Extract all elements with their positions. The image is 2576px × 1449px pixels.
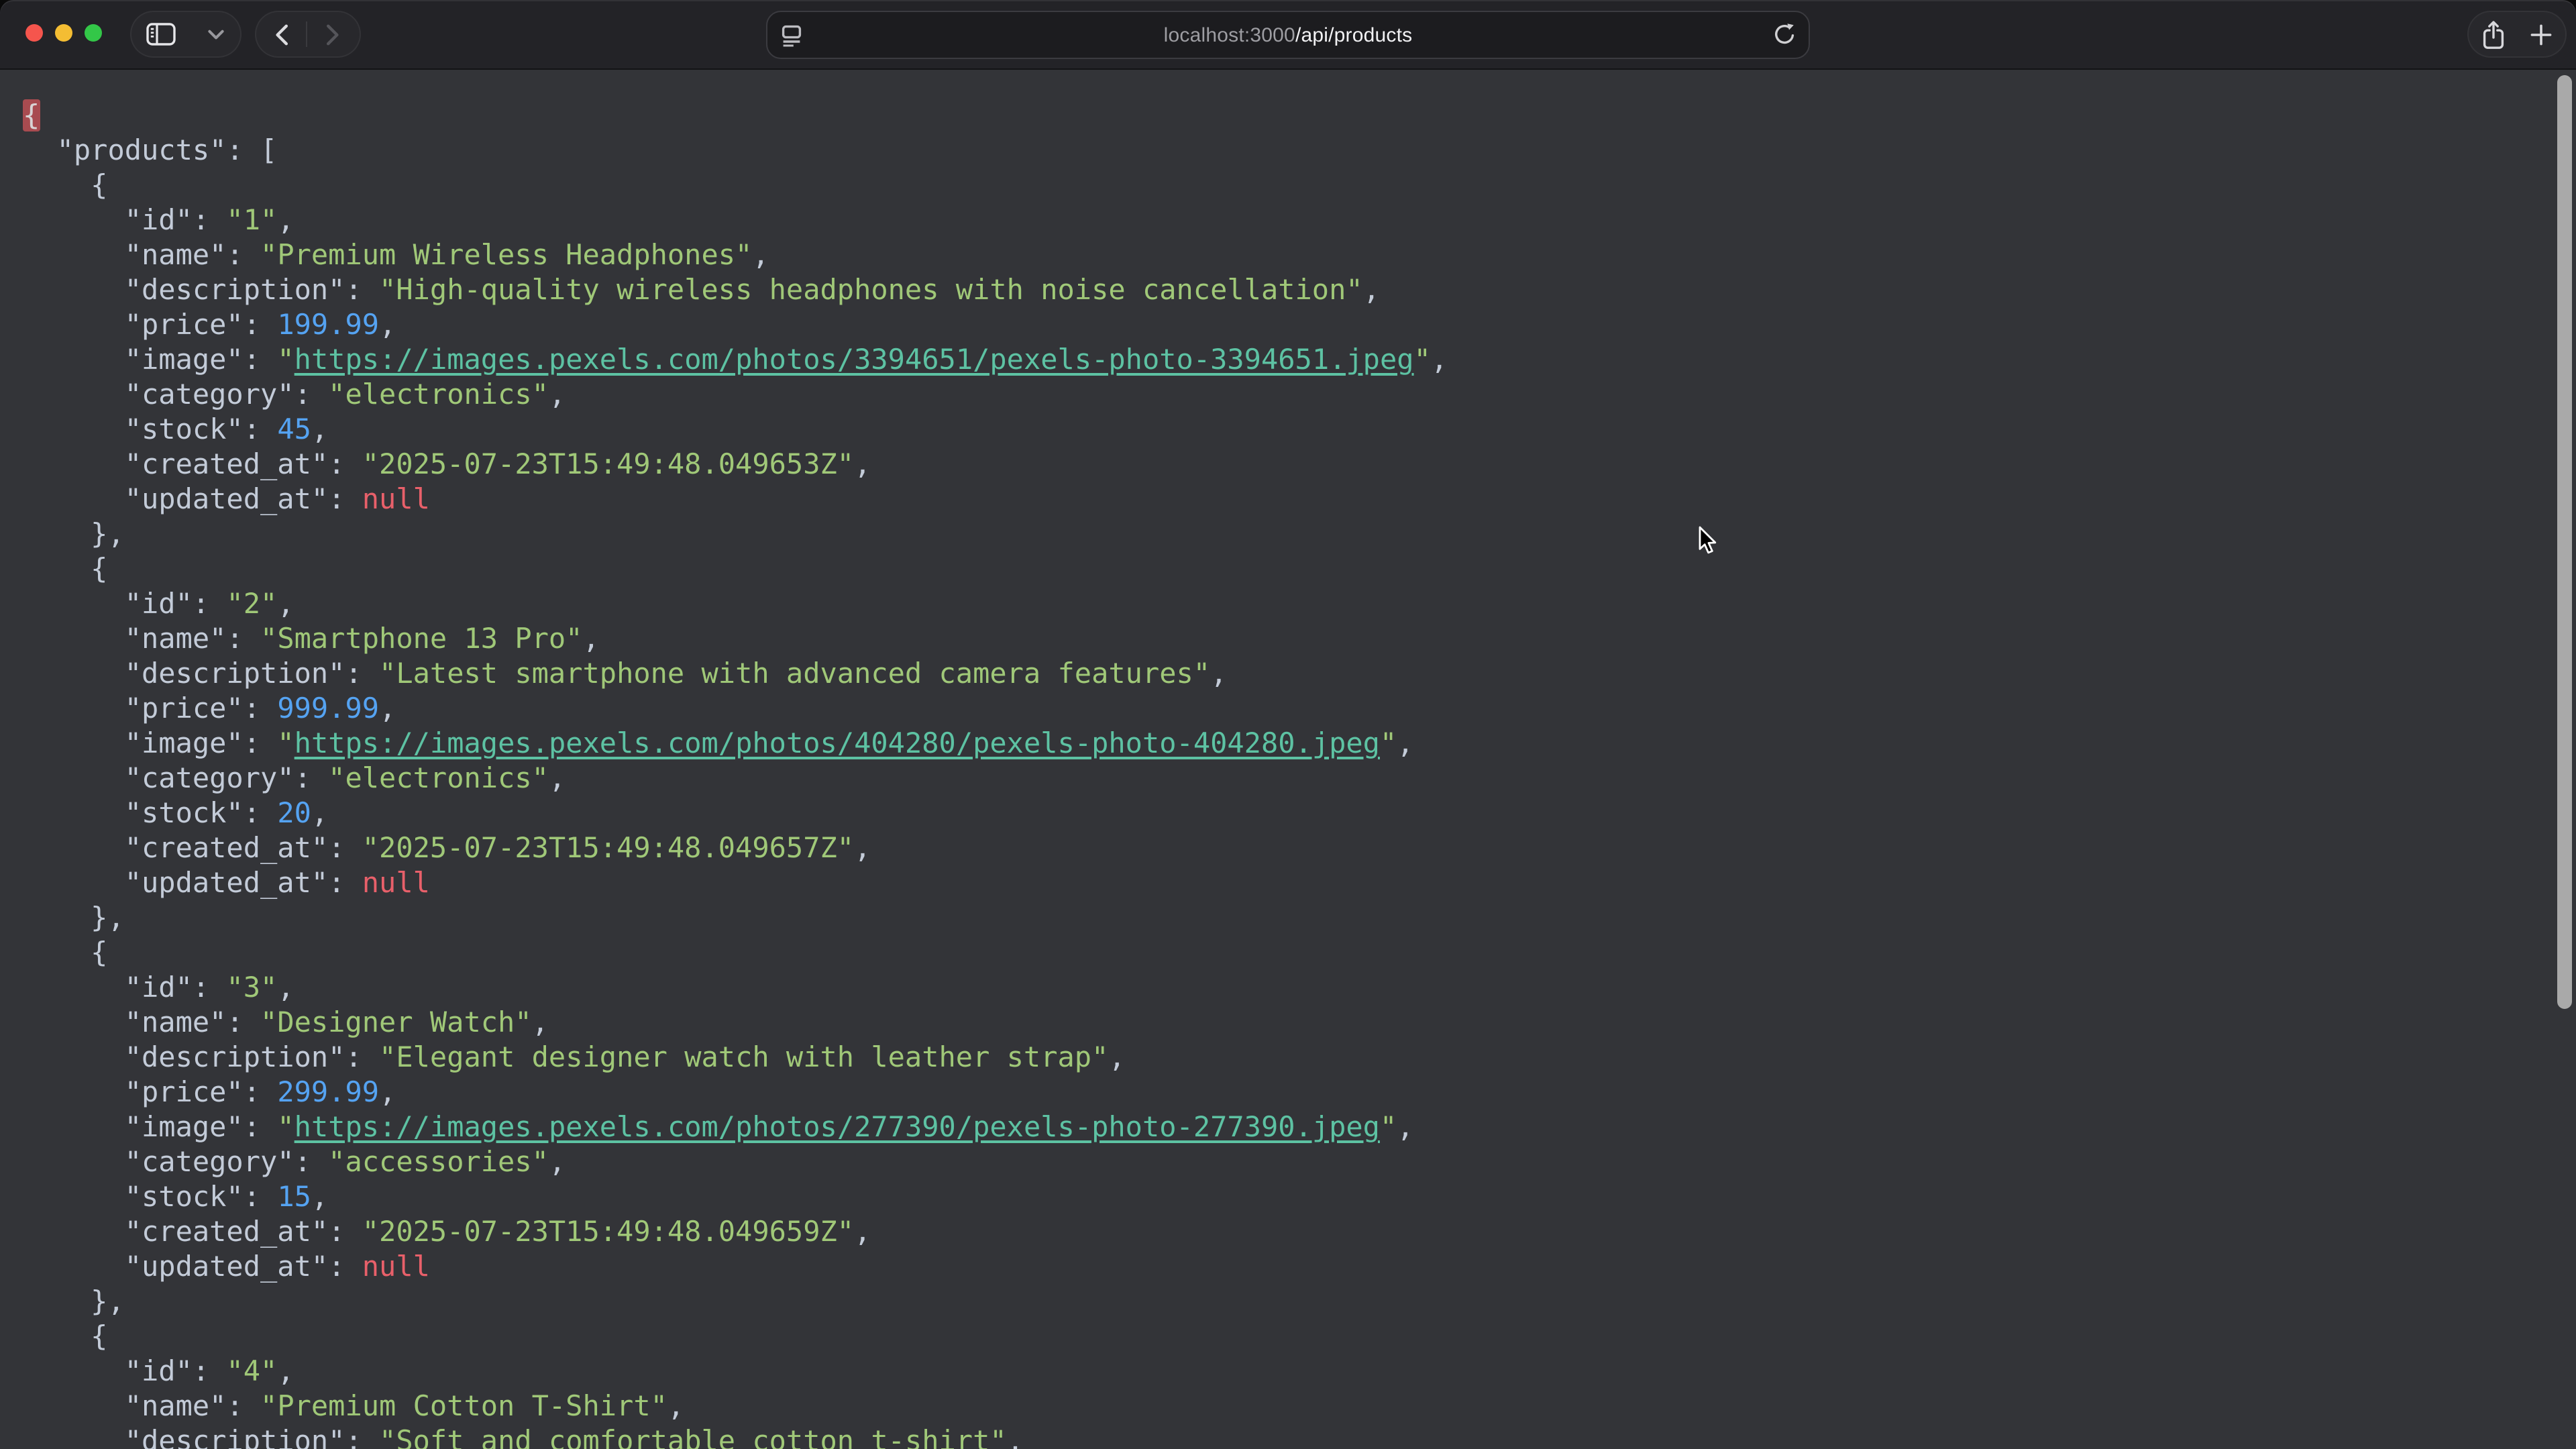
screen: localhost:3000/api/products bbox=[0, 0, 2576, 1449]
code-line: "stock": 45, bbox=[23, 412, 2576, 447]
traffic-light-close[interactable] bbox=[25, 24, 43, 42]
code-line: "price": 199.99, bbox=[23, 307, 2576, 342]
code-line: "id": "3", bbox=[23, 970, 2576, 1005]
back-button[interactable] bbox=[256, 12, 306, 56]
url-link[interactable]: https://images.pexels.com/photos/277390/… bbox=[294, 1111, 1380, 1143]
code-line: }, bbox=[23, 517, 2576, 551]
new-tab-icon bbox=[2531, 23, 2553, 45]
browser-window: localhost:3000/api/products bbox=[0, 0, 2576, 1449]
tab-group-menu-button[interactable] bbox=[191, 12, 240, 56]
code-line: "stock": 20, bbox=[23, 796, 2576, 830]
share-icon bbox=[2481, 19, 2506, 49]
code-line: "category": "electronics", bbox=[23, 377, 2576, 412]
code-line: "price": 299.99, bbox=[23, 1075, 2576, 1110]
share-button[interactable] bbox=[2469, 12, 2518, 56]
code-line: { bbox=[23, 935, 2576, 970]
forward-icon bbox=[325, 23, 339, 45]
code-line: "updated_at": null bbox=[23, 482, 2576, 517]
sidebar-icon bbox=[146, 23, 176, 46]
code-line: "image": "https://images.pexels.com/phot… bbox=[23, 1110, 2576, 1144]
code-line: "description": "Soft and comfortable cot… bbox=[23, 1424, 2576, 1449]
code-line: "category": "electronics", bbox=[23, 761, 2576, 796]
code-line: "updated_at": null bbox=[23, 865, 2576, 900]
code-line: "updated_at": null bbox=[23, 1249, 2576, 1284]
code-line: }, bbox=[23, 1284, 2576, 1319]
code-line: { bbox=[23, 168, 2576, 203]
open-brace-highlight: { bbox=[23, 99, 40, 131]
traffic-light-minimize[interactable] bbox=[55, 24, 72, 42]
url-link[interactable]: https://images.pexels.com/photos/404280/… bbox=[294, 727, 1380, 759]
action-button-group bbox=[2467, 11, 2567, 58]
code-line: "name": "Smartphone 13 Pro", bbox=[23, 621, 2576, 656]
address-bar[interactable]: localhost:3000/api/products bbox=[766, 11, 1810, 59]
url-host: localhost:3000 bbox=[1164, 23, 1295, 46]
traffic-light-zoom[interactable] bbox=[85, 24, 102, 42]
code-line: "id": "2", bbox=[23, 586, 2576, 621]
sidebar-toggle-button[interactable] bbox=[131, 12, 191, 56]
json-code: { "products": [ { "id": "1", "name": "Pr… bbox=[0, 70, 2576, 1449]
code-line: "image": "https://images.pexels.com/phot… bbox=[23, 342, 2576, 377]
code-line: "price": 999.99, bbox=[23, 691, 2576, 726]
back-icon bbox=[274, 23, 288, 45]
code-line: "name": "Designer Watch", bbox=[23, 1005, 2576, 1040]
scrollbar-thumb[interactable] bbox=[2557, 75, 2572, 1009]
code-line: "created_at": "2025-07-23T15:49:48.04965… bbox=[23, 830, 2576, 865]
code-line: "created_at": "2025-07-23T15:49:48.04965… bbox=[23, 447, 2576, 482]
code-line: "id": "4", bbox=[23, 1354, 2576, 1389]
chevron-down-icon bbox=[207, 29, 223, 40]
code-line: { bbox=[23, 98, 2576, 133]
code-line: { bbox=[23, 551, 2576, 586]
code-line: "description": "High-quality wireless he… bbox=[23, 272, 2576, 307]
code-line: "created_at": "2025-07-23T15:49:48.04965… bbox=[23, 1214, 2576, 1249]
history-button-group bbox=[255, 11, 361, 58]
url-path: /api/products bbox=[1295, 23, 1412, 46]
new-tab-button[interactable] bbox=[2518, 12, 2565, 56]
code-line: "name": "Premium Cotton T-Shirt", bbox=[23, 1389, 2576, 1424]
forward-button[interactable] bbox=[307, 12, 357, 56]
browser-toolbar: localhost:3000/api/products bbox=[0, 0, 2576, 70]
code-line: "description": "Latest smartphone with a… bbox=[23, 656, 2576, 691]
url-text: localhost:3000/api/products bbox=[767, 12, 1809, 58]
url-link[interactable]: https://images.pexels.com/photos/3394651… bbox=[294, 343, 1414, 376]
code-line: "description": "Elegant designer watch w… bbox=[23, 1040, 2576, 1075]
code-line: "name": "Premium Wireless Headphones", bbox=[23, 237, 2576, 272]
reload-button[interactable] bbox=[1772, 12, 1796, 58]
sidebar-button-group bbox=[130, 11, 241, 58]
code-line: }, bbox=[23, 900, 2576, 935]
code-line: { bbox=[23, 1319, 2576, 1354]
code-line: "stock": 15, bbox=[23, 1179, 2576, 1214]
code-line: "products": [ bbox=[23, 133, 2576, 168]
code-line: "image": "https://images.pexels.com/phot… bbox=[23, 726, 2576, 761]
code-line: "category": "accessories", bbox=[23, 1144, 2576, 1179]
code-line: "id": "1", bbox=[23, 203, 2576, 237]
reload-icon bbox=[1772, 23, 1796, 47]
